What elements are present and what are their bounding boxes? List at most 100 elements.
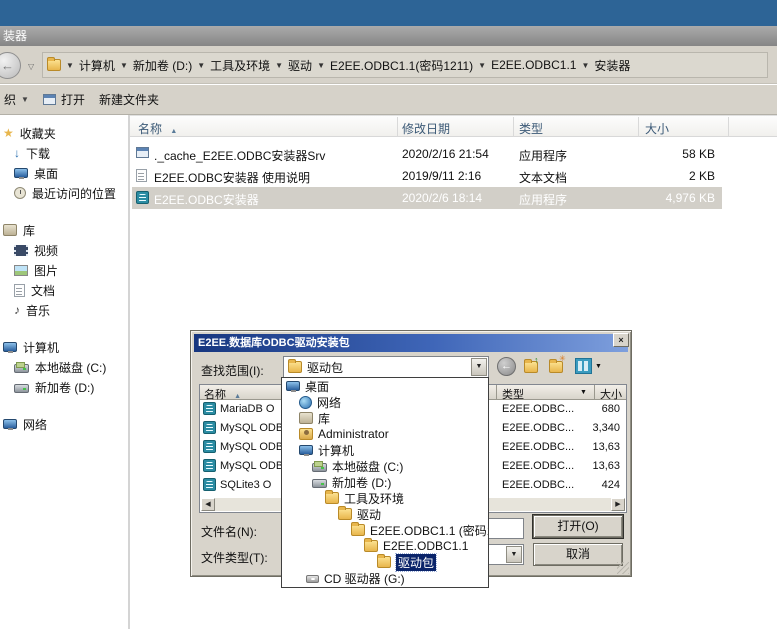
drive-icon <box>14 364 29 373</box>
close-icon: × <box>618 335 623 345</box>
open-dialog-button[interactable]: 打开(O) <box>533 515 623 538</box>
tree-item-local-disk-c[interactable]: 本地磁盘 (C:) <box>282 458 488 474</box>
drive-icon <box>312 479 327 488</box>
sidebar-item-libraries[interactable]: 库 <box>0 220 126 240</box>
file-row[interactable]: ._cache_E2EE.ODBC安装器Srv 2020/2/16 21:54 … <box>130 143 777 165</box>
sidebar-item-label: 最近访问的位置 <box>32 185 116 202</box>
tree-item-driver[interactable]: 驱动 <box>282 506 488 522</box>
folder-icon <box>351 524 365 536</box>
sidebar-item-music[interactable]: ♪ 音乐 <box>0 300 126 320</box>
screenshot-root: 装器 ← ▽ ▼计算机 ▼新加卷 (D:) ▼工具及环境 ▼驱动 ▼E2EE.O… <box>0 0 777 629</box>
tree-item-desktop[interactable]: 桌面 <box>282 378 488 394</box>
breadcrumb-item[interactable]: 工具及环境 <box>210 57 270 74</box>
new-folder-button[interactable]: 新建文件夹 <box>99 91 159 108</box>
breadcrumb-item[interactable]: E2EE.ODBC1.1(密码1211) <box>330 57 473 74</box>
look-in-combobox[interactable]: 驱动包 ▼ <box>283 356 489 378</box>
sidebar-item-network[interactable]: 网络 <box>0 414 126 434</box>
breadcrumb-item[interactable]: 计算机 <box>79 57 115 74</box>
database-file-icon <box>203 478 216 491</box>
filter-chevron-icon[interactable]: ▼ <box>580 389 587 396</box>
database-file-icon <box>203 421 216 434</box>
open-button[interactable]: 打开 <box>43 91 85 108</box>
column-header-size[interactable]: 大小 <box>645 120 669 137</box>
tree-item-label: 工具及环境 <box>344 490 404 507</box>
combo-dropdown-button[interactable]: ▼ <box>471 358 487 376</box>
drive-icon <box>14 384 29 393</box>
scroll-right-button[interactable]: ▶ <box>611 498 625 511</box>
library-icon <box>3 224 17 236</box>
up-one-level-button[interactable]: ↑ <box>524 357 542 376</box>
file-name: ._cache_E2EE.ODBC安装器Srv <box>154 147 325 164</box>
tree-item-label: 网络 <box>317 394 341 411</box>
sidebar-item-label: 桌面 <box>34 165 58 182</box>
breadcrumb-item[interactable]: E2EE.ODBC1.1 <box>491 58 576 72</box>
sidebar-item-downloads[interactable]: ↓ 下载 <box>0 143 126 163</box>
file-row-selected[interactable]: E2EE.ODBC安装器 2020/2/6 18:14 应用程序 4,976 K… <box>130 187 777 209</box>
tree-item-libraries[interactable]: 库 <box>282 410 488 426</box>
sidebar-item-label: 库 <box>23 222 35 239</box>
new-folder-mark-icon: ✳ <box>559 354 566 363</box>
tree-item-new-volume-d[interactable]: 新加卷 (D:) <box>282 474 488 490</box>
sidebar-item-videos[interactable]: 视频 <box>0 240 126 260</box>
column-header-name[interactable]: 名称 ▲ <box>138 120 177 137</box>
cancel-button[interactable]: 取消 <box>533 543 623 566</box>
sidebar-item-pictures[interactable]: 图片 <box>0 260 126 280</box>
chevron-icon: ▼ <box>275 61 283 70</box>
tree-item-administrator[interactable]: Administrator <box>282 426 488 442</box>
computer-icon <box>3 342 17 352</box>
column-header-type[interactable]: 类型 <box>519 120 543 137</box>
nav-history-chevron-icon[interactable]: ▽ <box>28 62 34 71</box>
tree-item-network[interactable]: 网络 <box>282 394 488 410</box>
file-name: MariaDB O <box>220 403 274 415</box>
file-size: 13,63 <box>552 441 620 453</box>
breadcrumb-item[interactable]: 安装器 <box>594 57 630 74</box>
combo-dropdown-button[interactable]: ▼ <box>506 546 522 563</box>
sidebar-item-computer[interactable]: 计算机 <box>0 337 126 357</box>
scroll-left-button[interactable]: ◀ <box>201 498 215 511</box>
tree-item-computer[interactable]: 计算机 <box>282 442 488 458</box>
tree-item-tools-env[interactable]: 工具及环境 <box>282 490 488 506</box>
file-type: 应用程序 <box>519 191 567 208</box>
document-icon <box>14 284 25 297</box>
view-menu-button[interactable] <box>575 358 592 374</box>
file-size: 680 <box>552 403 620 415</box>
tree-item-e2ee-odbc[interactable]: E2EE.ODBC1.1 <box>282 538 488 554</box>
sidebar-item-new-volume-d[interactable]: 新加卷 (D:) <box>0 377 126 397</box>
sidebar-item-desktop[interactable]: 桌面 <box>0 163 126 183</box>
desktop-icon <box>286 381 300 391</box>
back-button[interactable]: ← <box>0 52 21 79</box>
breadcrumb-item[interactable]: 驱动 <box>288 57 312 74</box>
sidebar-item-favorites[interactable]: ★ 收藏夹 <box>0 123 126 143</box>
file-list-header: 名称 ▲ 修改日期 类型 大小 <box>130 115 777 137</box>
back-icon: ← <box>501 360 512 372</box>
dialog-title: E2EE.数据库ODBC驱动安装包 <box>198 337 350 349</box>
sidebar-item-documents[interactable]: 文档 <box>0 280 126 300</box>
sidebar-item-recent-places[interactable]: 最近访问的位置 <box>0 183 126 203</box>
organize-button[interactable]: 织 ▼ <box>4 91 29 108</box>
open-icon <box>43 94 56 105</box>
sidebar-item-local-disk-c[interactable]: 本地磁盘 (C:) <box>0 357 126 377</box>
dialog-close-button[interactable]: × <box>613 333 629 347</box>
file-row[interactable]: E2EE.ODBC安装器 使用说明 2019/9/11 2:16 文本文档 2 … <box>130 165 777 187</box>
file-size: 3,340 <box>552 422 620 434</box>
back-button[interactable]: ← <box>497 357 516 376</box>
chevron-icon: ▼ <box>66 61 74 70</box>
breadcrumb[interactable]: ▼计算机 ▼新加卷 (D:) ▼工具及环境 ▼驱动 ▼E2EE.ODBC1.1(… <box>42 52 768 78</box>
tree-item-cd-drive-g[interactable]: CD 驱动器 (G:) <box>282 570 488 586</box>
dialog-titlebar[interactable]: E2EE.数据库ODBC驱动安装包 <box>194 334 628 352</box>
sidebar-item-label: 文档 <box>31 282 55 299</box>
look-in-label: 查找范围(I): <box>201 362 264 379</box>
file-name: E2EE.ODBC安装器 使用说明 <box>154 169 310 186</box>
film-icon <box>14 245 28 256</box>
file-type: 文本文档 <box>519 169 567 186</box>
resize-grip[interactable] <box>617 562 629 574</box>
tree-item-label: 驱动 <box>357 506 381 523</box>
tree-item-e2ee-odbc-password[interactable]: E2EE.ODBC1.1 (密码1211) <box>282 522 488 538</box>
tree-item-label: CD 驱动器 (G:) <box>324 570 405 587</box>
breadcrumb-item[interactable]: 新加卷 (D:) <box>133 57 192 74</box>
star-icon: ★ <box>3 127 14 139</box>
new-folder-button[interactable]: ✳ <box>549 357 567 376</box>
globe-icon <box>299 396 312 409</box>
column-header-date[interactable]: 修改日期 <box>402 120 450 137</box>
tree-item-driver-package-selected[interactable]: 驱动包 <box>282 554 488 570</box>
